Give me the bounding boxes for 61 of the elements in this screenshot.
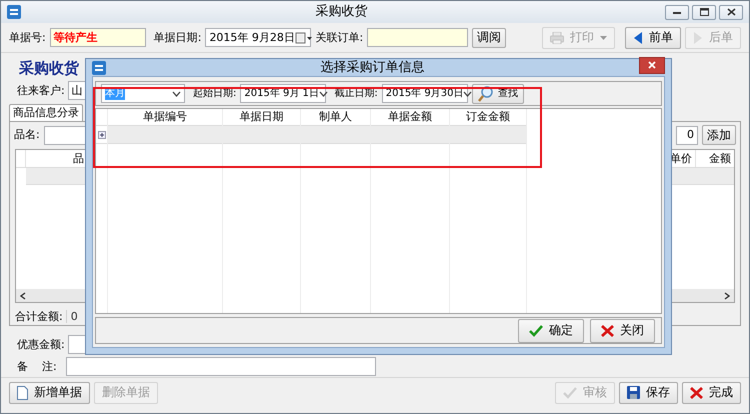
close-button[interactable]	[639, 56, 665, 74]
scroll-left-icon[interactable]	[20, 292, 26, 300]
total-label: 合计金额:	[15, 310, 63, 323]
minimize-icon	[673, 10, 681, 14]
column-header: 品	[73, 152, 84, 166]
caret-icon	[600, 36, 607, 40]
add-button[interactable]: 添加	[702, 125, 736, 145]
column-header: 制单人	[319, 110, 352, 124]
search-icon	[478, 86, 494, 102]
linked-order-label: 关联订单:	[315, 30, 364, 44]
app-icon	[92, 60, 106, 74]
lookup-button[interactable]: 调阅	[472, 28, 506, 48]
doc-date-picker[interactable]: 2015年 9月28日	[205, 28, 312, 47]
column-header: 订金金额	[466, 110, 510, 124]
close-icon	[601, 324, 614, 336]
customer-label: 往来客户:	[17, 84, 65, 98]
caret-icon	[318, 90, 328, 96]
total-value: 0	[66, 310, 78, 323]
caret-icon	[463, 90, 472, 96]
item-name-label: 品名:	[14, 128, 40, 142]
maximize-button[interactable]	[692, 4, 716, 20]
calendar-icon	[294, 32, 313, 44]
printer-icon	[550, 32, 564, 44]
checkmark-icon	[563, 386, 577, 398]
window-title: 采购收货	[314, 4, 368, 20]
doc-number-field[interactable]: 等待产生	[50, 28, 146, 47]
expand-icon[interactable]	[98, 130, 106, 138]
scroll-right-icon[interactable]	[724, 292, 730, 300]
new-document-button[interactable]: 新增单据	[9, 382, 90, 404]
column-header: 单据日期	[240, 110, 284, 124]
minimize-button[interactable]	[665, 4, 689, 20]
save-button[interactable]: 保存	[619, 382, 678, 404]
dialog-title: 选择采购订单信息	[320, 60, 426, 76]
close-icon	[690, 386, 703, 398]
close-dialog-button[interactable]: 关闭	[590, 318, 655, 342]
app-icon	[7, 5, 21, 19]
left-arrow-icon	[633, 32, 643, 44]
column-header: 单据编号	[143, 110, 187, 124]
column-header: 单价	[670, 152, 692, 166]
form-heading: 采购收货	[19, 59, 79, 77]
column-header: 单据金额	[388, 110, 432, 124]
quantity-field[interactable]: 0	[676, 126, 698, 144]
column-header: 金额	[709, 152, 731, 166]
document-icon	[17, 386, 28, 400]
save-icon	[627, 386, 640, 399]
previous-button[interactable]: 前单	[625, 26, 681, 48]
close-icon	[648, 61, 656, 69]
tab[interactable]: 商品信息分录	[9, 104, 83, 121]
close-button[interactable]	[719, 4, 743, 20]
discount-label: 优惠金额:	[17, 338, 65, 352]
close-icon	[726, 8, 736, 16]
confirm-button[interactable]: 确定	[518, 318, 584, 342]
linked-order-field[interactable]	[367, 28, 468, 47]
caret-icon	[172, 90, 181, 96]
maximize-icon	[700, 8, 708, 16]
doc-date-label: 单据日期:	[154, 30, 202, 44]
remark-field[interactable]	[66, 357, 376, 376]
checkmark-icon	[529, 324, 543, 336]
finish-button[interactable]: 完成	[682, 382, 741, 404]
doc-number-label: 单据号:	[9, 30, 46, 44]
remark-label: 备 注:	[17, 360, 57, 374]
